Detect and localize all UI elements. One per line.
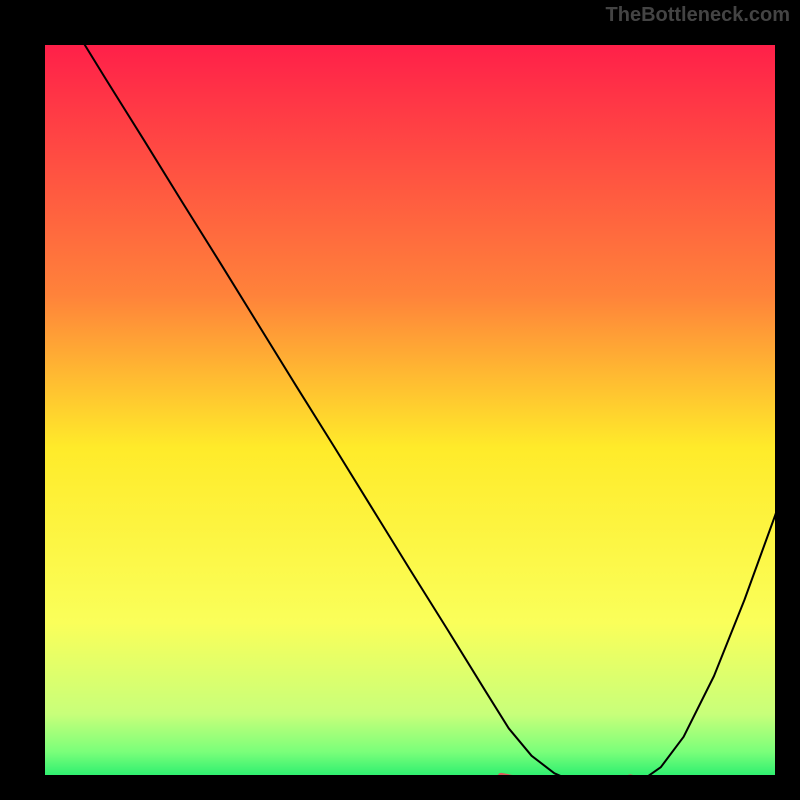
watermark-label: TheBottleneck.com [606,4,790,27]
bottleneck-chart [0,0,800,800]
chart-container: TheBottleneck.com [0,0,800,800]
plot-background [30,30,790,790]
